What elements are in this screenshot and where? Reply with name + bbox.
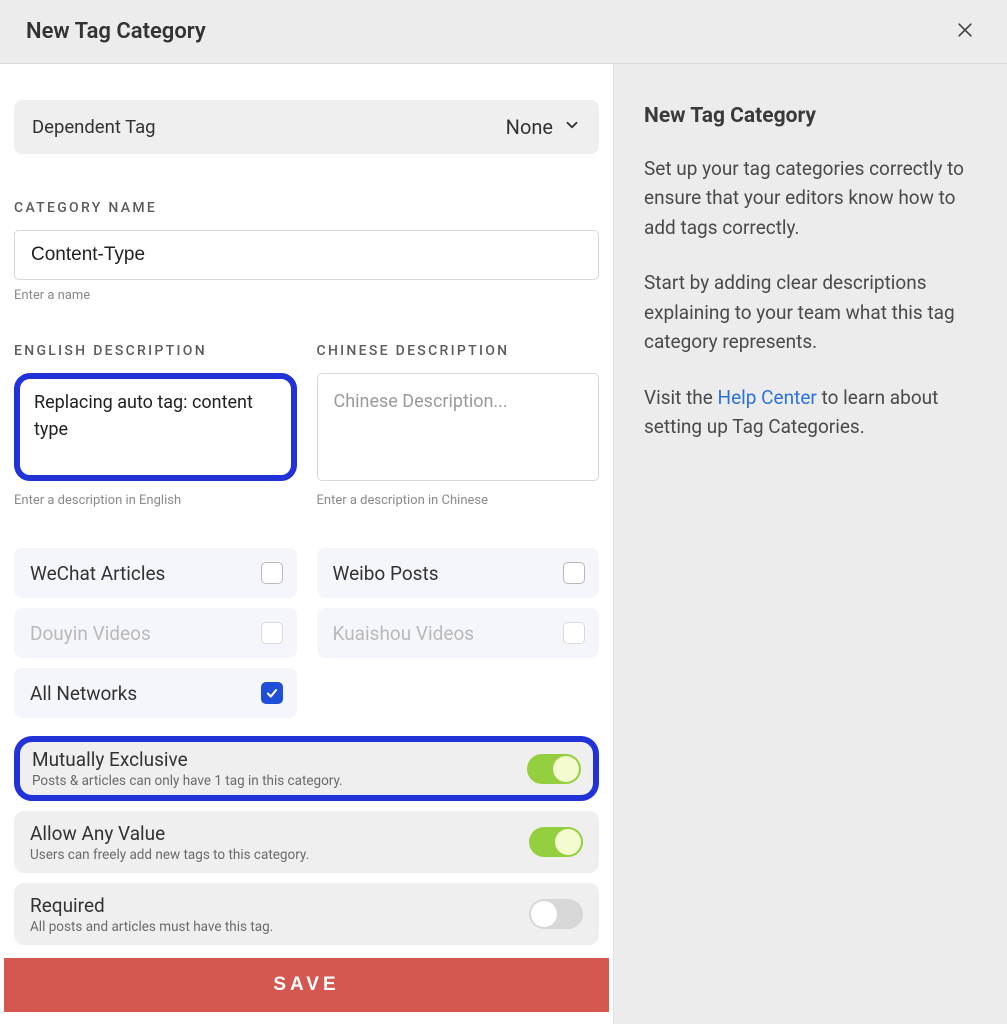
help-para-3: Visit the Help Center to learn about set… xyxy=(644,383,977,442)
help-para-1: Set up your tag categories correctly to … xyxy=(644,154,977,242)
dependent-tag-label: Dependent Tag xyxy=(32,116,156,138)
checkbox-checked-icon xyxy=(261,682,283,704)
category-name-label: CATEGORY NAME xyxy=(14,200,599,216)
option-allow-any-value[interactable]: Allow Any Value Users can freely add new… xyxy=(14,811,599,873)
network-all-label: All Networks xyxy=(30,682,137,705)
save-button[interactable]: SAVE xyxy=(4,958,609,1012)
network-wechat[interactable]: WeChat Articles xyxy=(14,548,297,598)
toggle-mutex[interactable] xyxy=(527,754,581,784)
english-desc-input[interactable] xyxy=(14,373,297,481)
option-required-sub: All posts and articles must have this ta… xyxy=(30,919,273,935)
help-center-link[interactable]: Help Center xyxy=(718,386,817,409)
option-required[interactable]: Required All posts and articles must hav… xyxy=(14,883,599,945)
category-name-hint: Enter a name xyxy=(14,288,599,303)
checkbox-icon xyxy=(563,562,585,584)
help-pane: New Tag Category Set up your tag categor… xyxy=(614,64,1007,1024)
chinese-desc-hint: Enter a description in Chinese xyxy=(317,493,600,508)
network-kuaishou-label: Kuaishou Videos xyxy=(333,622,475,645)
network-grid: WeChat Articles Weibo Posts Douyin Video… xyxy=(14,548,599,718)
option-anyval-sub: Users can freely add new tags to this ca… xyxy=(30,847,309,863)
dependent-tag-value: None xyxy=(506,115,553,139)
close-button[interactable] xyxy=(949,14,981,50)
network-all[interactable]: All Networks xyxy=(14,668,297,718)
close-icon xyxy=(955,20,975,45)
network-wechat-label: WeChat Articles xyxy=(30,562,165,585)
chevron-down-icon xyxy=(563,115,581,139)
option-required-title: Required xyxy=(30,894,273,917)
chinese-desc-label: CHINESE DESCRIPTION xyxy=(317,343,600,359)
help-para-2: Start by adding clear descriptions expla… xyxy=(644,268,977,356)
category-name-input[interactable] xyxy=(14,230,599,280)
option-mutex-sub: Posts & articles can only have 1 tag in … xyxy=(32,773,343,789)
toggle-required[interactable] xyxy=(529,899,583,929)
toggle-anyval[interactable] xyxy=(529,827,583,857)
chinese-desc-input[interactable] xyxy=(317,373,600,481)
dependent-tag-select[interactable]: Dependent Tag None xyxy=(14,100,599,154)
form-pane: Dependent Tag None CATEGORY NAME Enter a… xyxy=(0,64,614,1024)
checkbox-icon xyxy=(261,622,283,644)
network-weibo[interactable]: Weibo Posts xyxy=(317,548,600,598)
checkbox-icon xyxy=(261,562,283,584)
option-mutex-title: Mutually Exclusive xyxy=(32,748,343,771)
english-desc-label: ENGLISH DESCRIPTION xyxy=(14,343,297,359)
network-douyin-label: Douyin Videos xyxy=(30,622,151,645)
checkbox-icon xyxy=(563,622,585,644)
modal-title: New Tag Category xyxy=(26,19,206,44)
help-title: New Tag Category xyxy=(644,104,977,128)
option-mutually-exclusive[interactable]: Mutually Exclusive Posts & articles can … xyxy=(14,736,599,801)
english-desc-hint: Enter a description in English xyxy=(14,493,297,508)
network-weibo-label: Weibo Posts xyxy=(333,562,439,585)
modal-header: New Tag Category xyxy=(0,0,1007,64)
network-douyin: Douyin Videos xyxy=(14,608,297,658)
network-kuaishou: Kuaishou Videos xyxy=(317,608,600,658)
option-anyval-title: Allow Any Value xyxy=(30,822,309,845)
